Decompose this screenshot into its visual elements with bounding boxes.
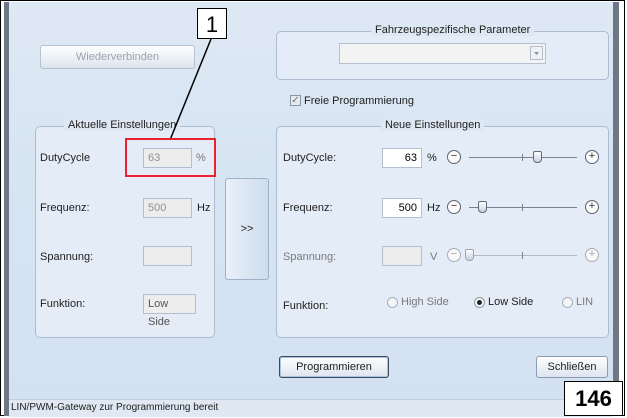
callout-leader-line [169,38,212,141]
page-number: 146 [564,381,623,416]
callout-number: 1 [197,8,227,39]
callout-highlight-box [125,138,216,177]
